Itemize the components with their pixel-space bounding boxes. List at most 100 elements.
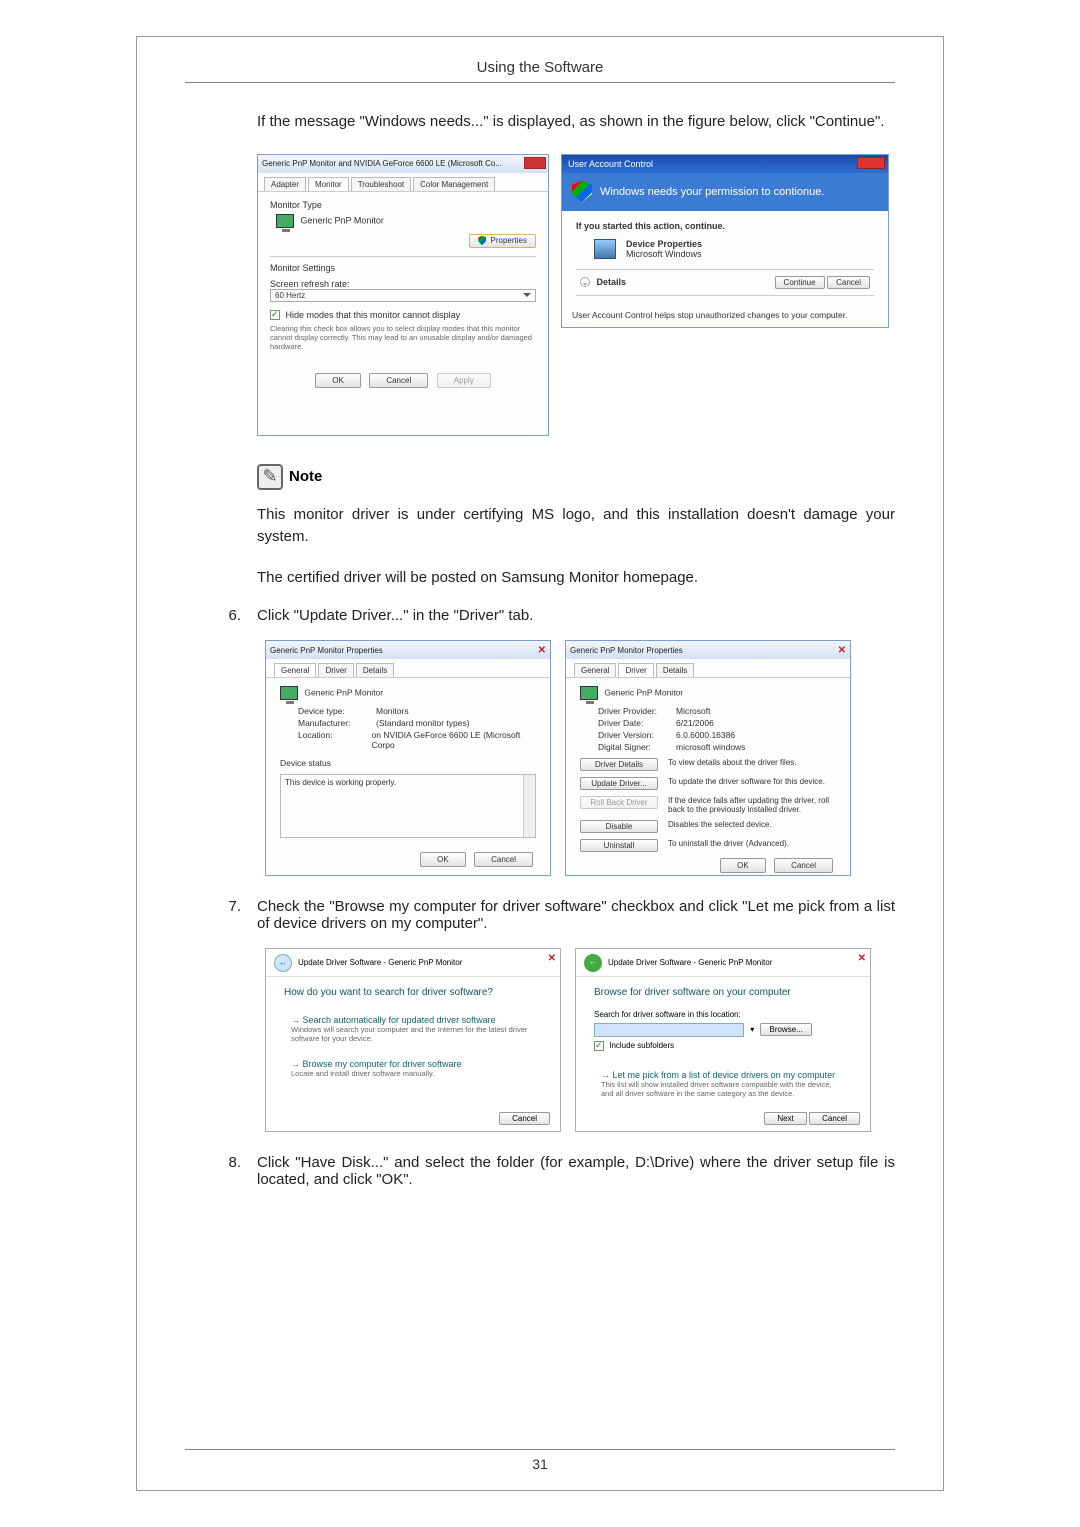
label-device-type: Device type:	[298, 706, 376, 716]
ok-button[interactable]: OK	[315, 373, 361, 388]
cancel-button[interactable]: Cancel	[369, 373, 428, 388]
monitor-name: Generic PnP Monitor	[301, 215, 384, 225]
titlebar: Generic PnP Monitor and NVIDIA GeForce 6…	[258, 155, 548, 173]
label-manufacturer: Manufacturer:	[298, 718, 376, 728]
tab-monitor[interactable]: Monitor	[308, 177, 349, 191]
step-text: Check the "Browse my computer for driver…	[257, 898, 895, 932]
cancel-button[interactable]: Cancel	[809, 1112, 860, 1125]
refresh-rate-value: 60 Hertz	[275, 291, 305, 300]
ok-button[interactable]: OK	[720, 858, 766, 873]
tab-driver[interactable]: Driver	[318, 663, 353, 677]
driver-details-button[interactable]: Driver Details	[580, 758, 658, 771]
option-browse[interactable]: → Browse my computer for driver software…	[284, 1054, 542, 1083]
tab-details[interactable]: Details	[656, 663, 694, 677]
cancel-button[interactable]: Cancel	[774, 858, 833, 873]
close-icon[interactable]	[524, 157, 546, 169]
close-icon[interactable]: ✕	[538, 645, 546, 656]
note-p1: This monitor driver is under certifying …	[257, 504, 895, 549]
ok-button[interactable]: OK	[420, 852, 466, 867]
figure-row-3: ✕ ← Update Driver Software - Generic PnP…	[265, 948, 895, 1132]
monitor-name: Generic PnP Monitor	[604, 687, 683, 697]
note-row: ✎ Note	[257, 464, 895, 490]
include-subfolders-label: Include subfolders	[609, 1041, 674, 1050]
tab-color-management[interactable]: Color Management	[413, 177, 495, 191]
monitor-icon	[276, 214, 294, 228]
tabs: Adapter Monitor Troubleshoot Color Manag…	[258, 173, 548, 192]
apply-button: Apply	[437, 373, 491, 388]
note-icon: ✎	[257, 464, 283, 490]
close-icon[interactable]: ✕	[548, 953, 556, 964]
titlebar: Generic PnP Monitor Properties ✕	[266, 641, 550, 659]
tab-general[interactable]: General	[274, 663, 316, 677]
tab-troubleshoot[interactable]: Troubleshoot	[351, 177, 411, 191]
step-text: Click "Update Driver..." in the "Driver"…	[257, 607, 895, 624]
path-input[interactable]	[594, 1023, 744, 1037]
uac-footer-text: User Account Control helps stop unauthor…	[562, 304, 888, 326]
uac-details-toggle[interactable]: Details	[597, 277, 627, 287]
label-date: Driver Date:	[598, 718, 676, 728]
search-location-label: Search for driver software in this locat…	[594, 1010, 852, 1019]
figure-row-2: Generic PnP Monitor Properties ✕ General…	[265, 640, 895, 876]
device-status-box: This device is working properly.	[280, 774, 536, 838]
label-location: Location:	[298, 730, 372, 750]
monitor-name: Generic PnP Monitor	[304, 687, 383, 697]
cancel-button[interactable]: Cancel	[827, 276, 870, 289]
document-page: Using the Software If the message "Windo…	[136, 36, 944, 1491]
value-version: 6.0.6000.16386	[676, 730, 735, 740]
window-title: Generic PnP Monitor Properties	[570, 646, 683, 655]
uac-app-name: Device Properties	[626, 239, 702, 249]
properties-button-label: Properties	[491, 236, 527, 245]
continue-button[interactable]: Continue	[775, 276, 825, 289]
refresh-rate-dropdown[interactable]: 60 Hertz	[270, 289, 536, 302]
update-driver-button[interactable]: Update Driver...	[580, 777, 658, 790]
chevron-down-icon[interactable]: ⌄	[580, 277, 590, 287]
wizard-heading: How do you want to search for driver sof…	[284, 987, 542, 998]
browse-button[interactable]: Browse...	[760, 1023, 811, 1036]
close-icon[interactable]: ✕	[838, 645, 846, 656]
properties-button[interactable]: Properties	[469, 234, 536, 248]
include-subfolders-checkbox[interactable]	[594, 1041, 604, 1051]
device-status-label: Device status	[280, 758, 536, 768]
value-date: 6/21/2006	[676, 718, 714, 728]
hide-modes-checkbox[interactable]	[270, 310, 280, 320]
close-icon[interactable]: ✕	[858, 953, 866, 964]
label-version: Driver Version:	[598, 730, 676, 740]
cancel-button[interactable]: Cancel	[499, 1112, 550, 1125]
option-desc: Windows will search your computer and th…	[291, 1025, 535, 1043]
tab-driver[interactable]: Driver	[618, 663, 653, 677]
uac-banner-text: Windows needs your permission to contion…	[600, 186, 824, 198]
uac-publisher: Microsoft Windows	[626, 249, 702, 259]
window-body: Monitor Type Generic PnP Monitor Propert…	[258, 192, 548, 397]
hide-modes-label: Hide modes that this monitor cannot disp…	[286, 310, 461, 320]
value-manufacturer: (Standard monitor types)	[376, 718, 470, 728]
cancel-button[interactable]: Cancel	[474, 852, 533, 867]
tab-general[interactable]: General	[574, 663, 616, 677]
tab-adapter[interactable]: Adapter	[264, 177, 306, 191]
option-title: Search automatically for updated driver …	[303, 1015, 496, 1025]
titlebar: Generic PnP Monitor Properties ✕	[566, 641, 850, 659]
option-search-auto[interactable]: → Search automatically for updated drive…	[284, 1010, 542, 1048]
uninstall-button[interactable]: Uninstall	[580, 839, 658, 852]
back-icon[interactable]: ←	[274, 954, 292, 972]
back-icon[interactable]: ←	[584, 954, 602, 972]
chevron-down-icon	[523, 293, 531, 297]
shield-icon	[572, 181, 592, 203]
window-monitor-properties: Generic PnP Monitor and NVIDIA GeForce 6…	[257, 154, 549, 436]
figure-row-1: Generic PnP Monitor and NVIDIA GeForce 6…	[257, 154, 895, 436]
disable-button[interactable]: Disable	[580, 820, 658, 833]
option-pick-from-list[interactable]: → Let me pick from a list of device driv…	[594, 1065, 852, 1103]
disable-desc: Disables the selected device.	[668, 820, 836, 829]
close-icon[interactable]	[857, 157, 885, 169]
note-label: Note	[289, 468, 322, 485]
next-button[interactable]: Next	[764, 1112, 806, 1125]
step-number: 7.	[225, 898, 241, 932]
tab-details[interactable]: Details	[356, 663, 394, 677]
uninstall-desc: To uninstall the driver (Advanced).	[668, 839, 836, 848]
step-text: Click "Have Disk..." and select the fold…	[257, 1154, 895, 1188]
step-7: 7. Check the "Browse my computer for dri…	[225, 898, 895, 932]
label-provider: Driver Provider:	[598, 706, 676, 716]
scrollbar[interactable]	[523, 775, 535, 837]
rollback-driver-button: Roll Back Driver	[580, 796, 658, 809]
note-p2: The certified driver will be posted on S…	[257, 567, 895, 590]
rollback-driver-desc: If the device fails after updating the d…	[668, 796, 836, 814]
